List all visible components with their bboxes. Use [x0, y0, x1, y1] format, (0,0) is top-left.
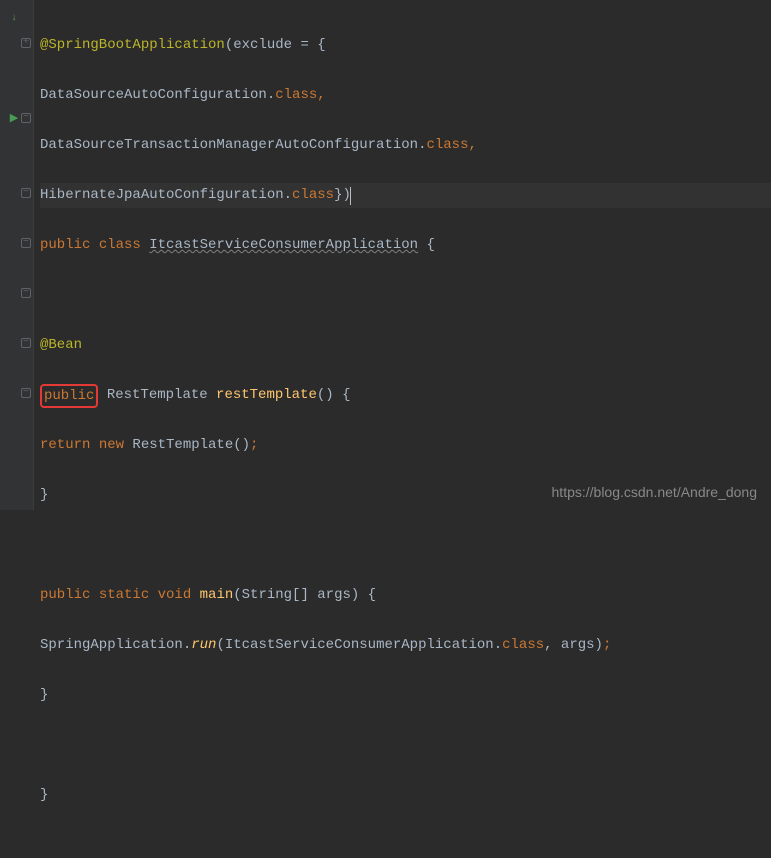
code-line: @Bean	[40, 333, 771, 358]
fold-icon[interactable]: −	[18, 335, 34, 351]
gutter: ↓ + ▶ − − − − − −	[0, 0, 34, 510]
highlight-box: public	[40, 384, 98, 408]
code-line: SpringApplication.run(ItcastServiceConsu…	[40, 633, 771, 658]
annotation: @SpringBootApplication	[40, 33, 225, 58]
annotation-bean: @Bean	[40, 333, 82, 358]
editor-container: ↓ + ▶ − − − − − − @SpringBootApplication…	[0, 0, 771, 510]
fold-icon[interactable]: −	[18, 285, 34, 301]
fold-icon[interactable]: −	[18, 110, 34, 126]
fold-icon[interactable]: −	[18, 385, 34, 401]
watermark: https://blog.csdn.net/Andre_dong	[552, 484, 757, 500]
code-area[interactable]: @SpringBootApplication(exclude = { DataS…	[34, 0, 771, 510]
code-line: public static void main(String[] args) {	[40, 583, 771, 608]
fold-icon[interactable]: −	[18, 185, 34, 201]
fold-icon[interactable]: −	[18, 235, 34, 251]
code-line: public RestTemplate restTemplate() {	[40, 383, 771, 408]
code-line: DataSourceAutoConfiguration.class,	[40, 83, 771, 108]
code-line: return new RestTemplate();	[40, 433, 771, 458]
code-line	[40, 533, 771, 558]
fold-icon[interactable]: +	[18, 35, 34, 51]
code-line: public class ItcastServiceConsumerApplic…	[40, 233, 771, 258]
implement-icon[interactable]: ↓	[6, 10, 22, 26]
code-line-highlighted: HibernateJpaAutoConfiguration.class})	[40, 183, 771, 208]
caret	[350, 187, 351, 205]
code-line	[40, 733, 771, 758]
code-line: DataSourceTransactionManagerAutoConfigur…	[40, 133, 771, 158]
code-line: }	[40, 683, 771, 708]
code-line: @SpringBootApplication(exclude = {	[40, 33, 771, 58]
code-line	[40, 283, 771, 308]
code-line: }	[40, 783, 771, 808]
